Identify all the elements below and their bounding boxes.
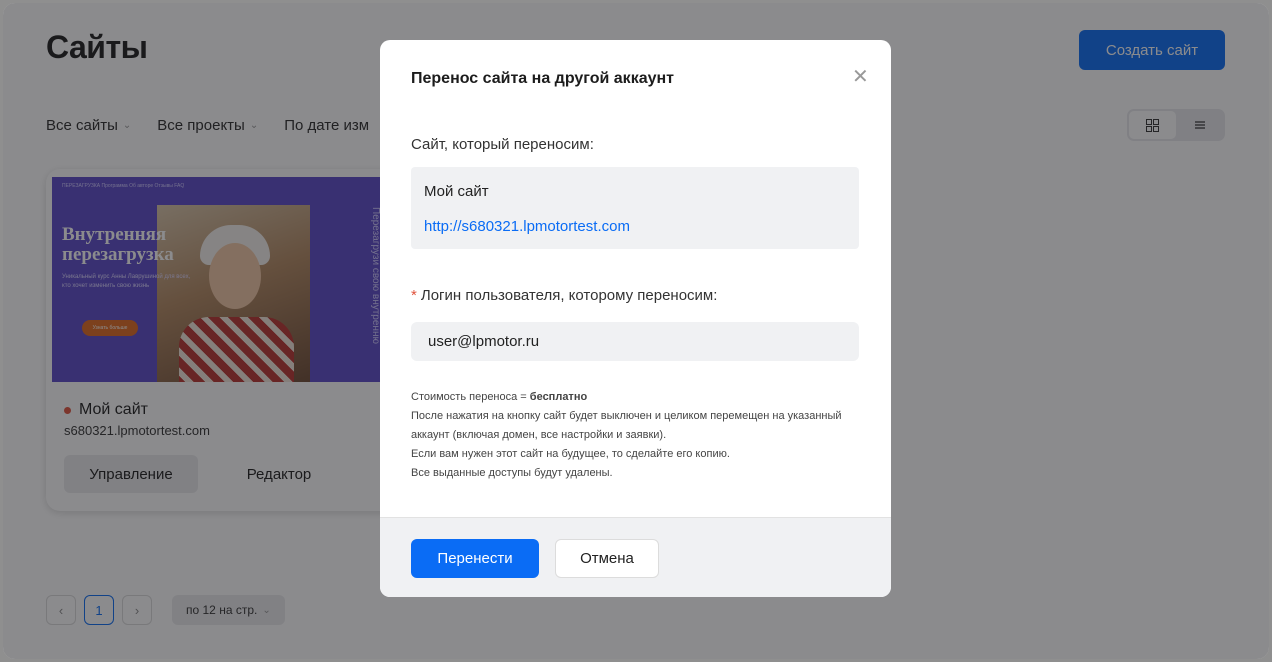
login-field-label: * Логин пользователя, которому переносим: [411,287,717,304]
app-frame: Сайты Создать сайт Все сайты ⌄ Все проек… [3,3,1269,659]
modal-footer: Перенести Отмена [380,517,891,597]
transfer-site-modal: Перенос сайта на другой аккаунт ✕ Сайт, … [380,40,891,597]
site-field-label: Сайт, который переносим: [411,136,594,153]
modal-site-url-link[interactable]: http://s680321.lpmotortest.com [424,218,630,235]
info-line-1: После нажатия на кнопку сайт будет выклю… [411,410,842,441]
info-line-2: Если вам нужен этот сайт на будущее, то … [411,448,730,460]
transfer-info: Стоимость переноса = бесплатно После наж… [411,388,861,483]
cancel-button[interactable]: Отмена [555,539,659,578]
modal-site-name: Мой сайт [424,183,489,200]
cost-line: Стоимость переноса = бесплатно [411,388,861,407]
cost-label: Стоимость переноса = [411,391,530,403]
transfer-button[interactable]: Перенести [411,539,539,578]
required-mark: * [411,287,417,304]
modal-title: Перенос сайта на другой аккаунт [411,70,674,87]
cost-value: бесплатно [529,391,588,403]
close-icon[interactable]: ✕ [852,67,869,87]
login-input[interactable] [411,322,859,361]
login-label-text: Логин пользователя, которому переносим: [420,287,718,304]
site-info-box: Мой сайт http://s680321.lpmotortest.com [411,167,859,249]
info-line-3: Все выданные доступы будут удалены. [411,467,613,479]
